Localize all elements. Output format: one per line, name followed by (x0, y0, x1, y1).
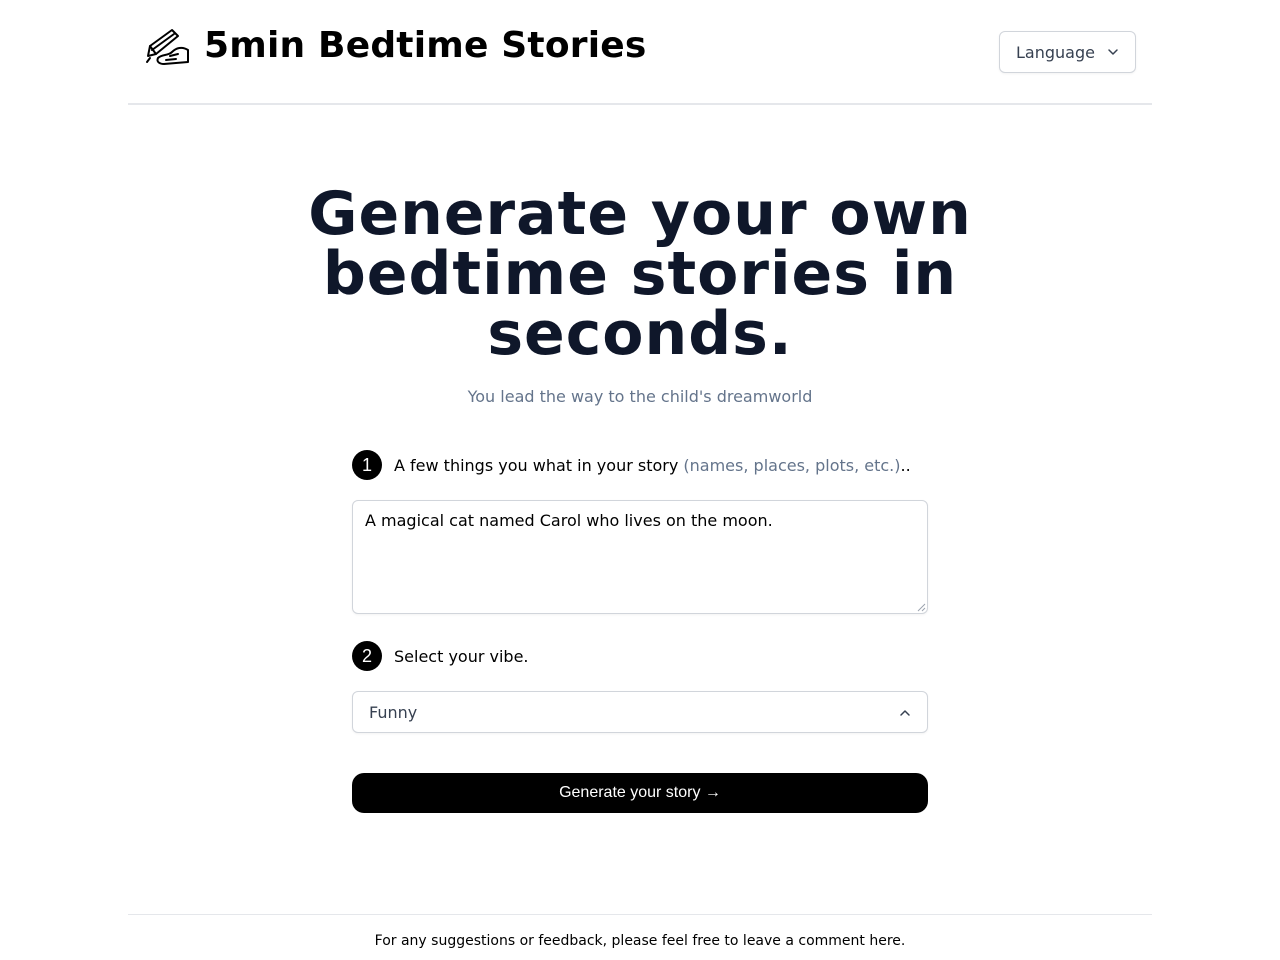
step-1-text: A few things you what in your story (394, 455, 684, 475)
hero-line-1: Generate your own (308, 179, 972, 249)
hero-heading: Generate your own bedtime stories in sec… (0, 184, 1280, 364)
footer-text[interactable]: For any suggestions or feedback, please … (375, 933, 906, 949)
vibe-selected-value: Funny (369, 702, 418, 722)
vibe-select[interactable]: Funny (352, 691, 928, 733)
language-label: Language (1016, 42, 1095, 62)
language-dropdown[interactable]: Language (999, 31, 1136, 73)
step-1-label: A few things you what in your story (nam… (394, 456, 911, 475)
resize-handle-icon[interactable] (917, 603, 926, 612)
hero-subtitle: You lead the way to the child's dreamwor… (467, 387, 813, 406)
step-1-row: 1 A few things you what in your story (n… (352, 450, 911, 480)
story-input[interactable]: A magical cat named Carol who lives on t… (352, 500, 928, 614)
site-footer: For any suggestions or feedback, please … (128, 914, 1152, 960)
hand-writing-icon[interactable] (144, 26, 192, 74)
step-2-badge: 2 (352, 641, 382, 671)
generate-story-button[interactable]: Generate your story → (352, 773, 928, 813)
site-header: 5min Bedtime Stories Language (128, 0, 1152, 105)
step-1-badge: 1 (352, 450, 382, 480)
chevron-down-icon (1108, 49, 1118, 55)
step-2-row: 2 Select your vibe. (352, 641, 529, 671)
hero-line-3: seconds. (487, 299, 793, 369)
hero-line-2: bedtime stories in (322, 239, 958, 309)
step-1-suffix: .. (900, 455, 911, 475)
chevron-up-icon (900, 710, 910, 716)
step-1-hint: (names, places, plots, etc.) (683, 455, 901, 475)
step-2-label: Select your vibe. (394, 646, 529, 666)
brand-title[interactable]: 5min Bedtime Stories (204, 25, 647, 66)
